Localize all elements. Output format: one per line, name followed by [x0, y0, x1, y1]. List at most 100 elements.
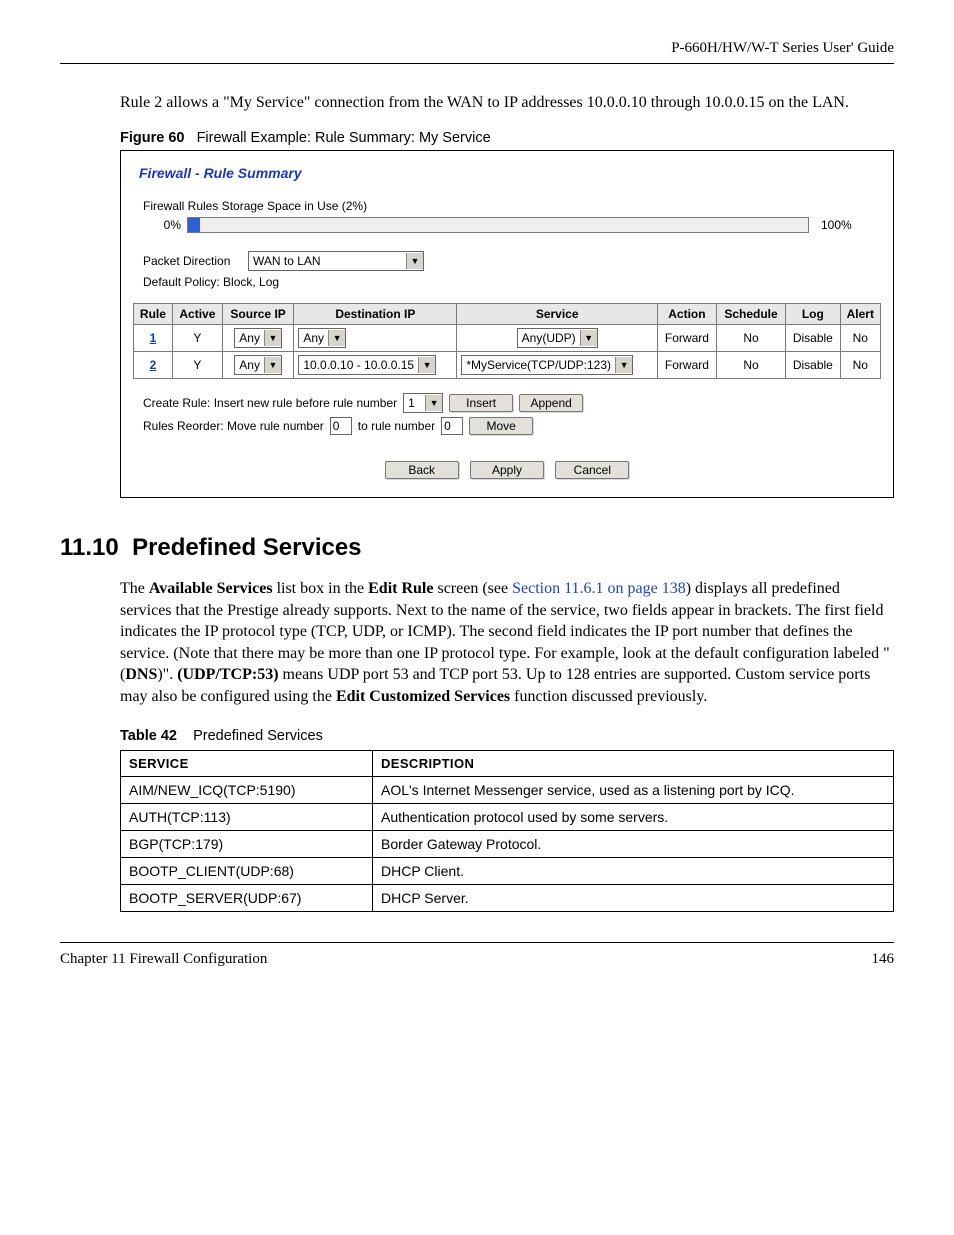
service-select[interactable]: *MyService(TCP/UDP:123) ▼ [461, 355, 633, 375]
src-ip-select[interactable]: Any ▼ [234, 355, 282, 375]
dst-ip-value: Any [303, 331, 328, 345]
cell-alert: No [840, 325, 880, 352]
table-row: BOOTP_SERVER(UDP:67) DHCP Server. [121, 884, 894, 911]
cell-service: AUTH(TCP:113) [121, 803, 373, 830]
header-rule [60, 63, 894, 64]
section-heading: 11.10 Predefined Services [60, 534, 894, 562]
rules-table: Rule Active Source IP Destination IP Ser… [133, 303, 881, 379]
chevron-down-icon: ▼ [418, 357, 435, 373]
move-button[interactable]: Move [469, 417, 533, 435]
services-header-row: SERVICE DESCRIPTION [121, 750, 894, 776]
chevron-down-icon: ▼ [425, 395, 442, 411]
storage-label: Firewall Rules Storage Space in Use (2%) [143, 199, 881, 213]
text: screen (see [433, 580, 512, 597]
table-title: Predefined Services [193, 728, 323, 744]
text: function discussed previously. [510, 688, 707, 705]
cell-log: Disable [786, 352, 840, 379]
text-bold: (UDP/TCP:53) [177, 666, 278, 683]
rules-header-row: Rule Active Source IP Destination IP Ser… [134, 304, 881, 325]
section-title: Predefined Services [132, 534, 361, 561]
page-footer: Chapter 11 Firewall Configuration 146 [60, 951, 894, 968]
th-service: Service [457, 304, 658, 325]
create-rule-label: Create Rule: Insert new rule before rule… [143, 396, 397, 410]
create-rule-number[interactable]: 1 ▼ [403, 393, 443, 413]
chevron-down-icon: ▼ [264, 357, 281, 373]
storage-hundred: 100% [809, 218, 881, 232]
text-bold: Edit Rule [368, 580, 433, 597]
dst-ip-select[interactable]: 10.0.0.10 - 10.0.0.15 ▼ [298, 355, 436, 375]
packet-direction-row: Packet Direction WAN to LAN ▼ [143, 251, 881, 271]
footer-chapter: Chapter 11 Firewall Configuration [60, 951, 267, 968]
cross-ref-link[interactable]: Section 11.6.1 on page 138 [512, 580, 686, 597]
cell-description: DHCP Server. [373, 884, 894, 911]
cell-action: Forward [658, 352, 717, 379]
table-label: Table 42 [120, 728, 177, 744]
table-row: BOOTP_CLIENT(UDP:68) DHCP Client. [121, 857, 894, 884]
cell-log: Disable [786, 325, 840, 352]
insert-button[interactable]: Insert [449, 394, 513, 412]
rule-link-1[interactable]: 1 [150, 331, 157, 345]
cell-alert: No [840, 352, 880, 379]
reorder-to-input[interactable]: 0 [441, 417, 463, 435]
table-row: BGP(TCP:179) Border Gateway Protocol. [121, 830, 894, 857]
table-row: AIM/NEW_ICQ(TCP:5190) AOL's Internet Mes… [121, 776, 894, 803]
table-caption: Table 42 Predefined Services [120, 728, 894, 744]
cell-description: Border Gateway Protocol. [373, 830, 894, 857]
cell-service: AIM/NEW_ICQ(TCP:5190) [121, 776, 373, 803]
service-value: Any(UDP) [522, 331, 580, 345]
packet-direction-label: Packet Direction [143, 254, 248, 268]
service-value: *MyService(TCP/UDP:123) [466, 358, 615, 372]
text: The [120, 580, 149, 597]
src-ip-select[interactable]: Any ▼ [234, 328, 282, 348]
storage-bar [187, 217, 809, 233]
storage-zero: 0% [133, 218, 187, 232]
figure-label: Figure 60 [120, 130, 184, 146]
chevron-down-icon: ▼ [406, 253, 423, 269]
cell-service: BGP(TCP:179) [121, 830, 373, 857]
cancel-button[interactable]: Cancel [555, 461, 629, 479]
reorder-label-b: to rule number [358, 419, 435, 433]
th-action: Action [658, 304, 717, 325]
back-button[interactable]: Back [385, 461, 459, 479]
cell-schedule: No [716, 352, 785, 379]
th-active: Active [172, 304, 222, 325]
firewall-screenshot: Firewall - Rule Summary Firewall Rules S… [120, 150, 894, 498]
chevron-down-icon: ▼ [264, 330, 281, 346]
reorder-from-input[interactable]: 0 [330, 417, 352, 435]
create-rule-row: Create Rule: Insert new rule before rule… [143, 393, 881, 413]
cell-action: Forward [658, 325, 717, 352]
cell-active: Y [172, 325, 222, 352]
th-dstip: Destination IP [294, 304, 457, 325]
append-button[interactable]: Append [519, 394, 583, 412]
apply-button[interactable]: Apply [470, 461, 544, 479]
th-service: SERVICE [121, 750, 373, 776]
storage-fill [188, 218, 200, 232]
service-select[interactable]: Any(UDP) ▼ [517, 328, 598, 348]
cell-schedule: No [716, 325, 785, 352]
src-ip-value: Any [239, 358, 264, 372]
figure-caption: Figure 60 Firewall Example: Rule Summary… [120, 130, 894, 146]
th-description: DESCRIPTION [373, 750, 894, 776]
text: )". [157, 666, 177, 683]
cell-service: BOOTP_SERVER(UDP:67) [121, 884, 373, 911]
cell-description: Authentication protocol used by some ser… [373, 803, 894, 830]
default-policy: Default Policy: Block, Log [143, 275, 881, 289]
screenshot-title: Firewall - Rule Summary [139, 165, 881, 181]
text: list box in the [273, 580, 369, 597]
section-number: 11.10 [60, 534, 119, 561]
th-log: Log [786, 304, 840, 325]
cell-description: AOL's Internet Messenger service, used a… [373, 776, 894, 803]
rule-link-2[interactable]: 2 [150, 358, 157, 372]
table-row: 1 Y Any ▼ Any ▼ Any(UDP) [134, 325, 881, 352]
storage-bar-row: 0% 100% [133, 217, 881, 233]
dst-ip-select[interactable]: Any ▼ [298, 328, 346, 348]
text-bold: Edit Customized Services [336, 688, 510, 705]
text-bold: DNS [125, 666, 157, 683]
section-paragraph: The Available Services list box in the E… [120, 578, 894, 708]
src-ip-value: Any [239, 331, 264, 345]
packet-direction-value: WAN to LAN [253, 254, 325, 268]
chevron-down-icon: ▼ [328, 330, 345, 346]
footer-page-number: 146 [872, 951, 895, 968]
th-alert: Alert [840, 304, 880, 325]
packet-direction-select[interactable]: WAN to LAN ▼ [248, 251, 424, 271]
